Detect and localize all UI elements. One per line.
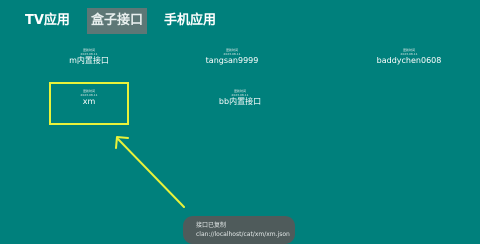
toast-url: clan://localhost/cat/xm/xm.json [196,231,290,238]
annotation-arrow [115,136,185,208]
toast-title: 接口已复制 [196,222,227,229]
